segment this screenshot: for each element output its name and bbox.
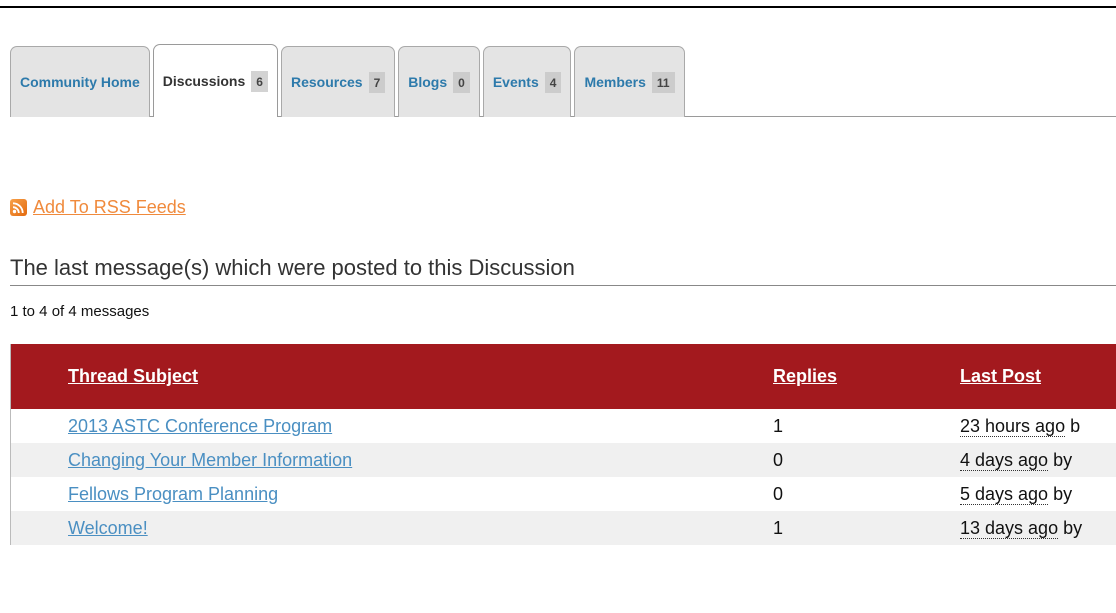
tab-count-badge: 6 <box>251 70 268 92</box>
table-header-row: Thread Subject Replies Last Post <box>11 344 1116 409</box>
rss-feed-link-group: Add To RSS Feeds <box>10 197 186 218</box>
column-header-last-post[interactable]: Last Post <box>960 344 1116 409</box>
tab-community-home[interactable]: Community Home <box>10 46 150 117</box>
discussion-table: Thread Subject Replies Last Post 2013 AS… <box>10 344 1116 545</box>
tab-label: Members <box>584 74 646 90</box>
table-row: Welcome! 1 13 days ago by <box>11 511 1116 545</box>
tab-count-badge: 4 <box>544 71 562 93</box>
tab-label: Community Home <box>20 74 140 90</box>
last-post-by: by <box>1058 517 1083 538</box>
tab-bar: Community Home Discussions 6 Resources 7… <box>10 44 688 117</box>
section-title: The last message(s) which were posted to… <box>10 255 1116 286</box>
thread-link[interactable]: Fellows Program Planning <box>68 484 278 504</box>
table-row: Changing Your Member Information 0 4 day… <box>11 443 1116 477</box>
thread-link[interactable]: Changing Your Member Information <box>68 450 352 470</box>
top-rule <box>0 6 1116 8</box>
column-header-thread-subject[interactable]: Thread Subject <box>11 344 773 409</box>
tab-count-badge: 7 <box>368 71 386 93</box>
tab-label: Resources <box>290 74 363 90</box>
tab-count-badge: 0 <box>453 71 470 93</box>
message-count: 1 to 4 of 4 messages <box>10 303 150 320</box>
tab-discussions[interactable]: Discussions 6 <box>152 44 278 117</box>
thread-link[interactable]: Welcome! <box>68 518 148 538</box>
replies-count: 1 <box>773 415 784 436</box>
tab-count-badge: 11 <box>651 71 675 93</box>
last-post-time[interactable]: 13 days ago <box>960 517 1059 539</box>
tab-resources[interactable]: Resources 7 <box>280 46 396 117</box>
tab-blogs[interactable]: Blogs 0 <box>398 46 480 117</box>
thread-link[interactable]: 2013 ASTC Conference Program <box>68 416 332 436</box>
column-header-replies[interactable]: Replies <box>773 344 960 409</box>
rss-icon[interactable] <box>10 199 27 216</box>
last-post-time[interactable]: 4 days ago <box>960 449 1049 471</box>
tab-events[interactable]: Events 4 <box>482 46 572 117</box>
replies-count: 0 <box>773 449 784 470</box>
last-post-by: by <box>1048 483 1073 504</box>
tab-label: Blogs <box>408 74 448 90</box>
tab-members[interactable]: Members 11 <box>574 46 685 117</box>
replies-count: 1 <box>773 517 784 538</box>
last-post-by: by <box>1048 449 1073 470</box>
tab-label: Events <box>492 74 539 90</box>
tab-label: Discussions <box>162 73 246 89</box>
last-post-time[interactable]: 5 days ago <box>960 483 1049 505</box>
last-post-by: b <box>1065 415 1081 436</box>
add-rss-feeds-link[interactable]: Add To RSS Feeds <box>33 197 186 218</box>
replies-count: 0 <box>773 483 784 504</box>
table-row: 2013 ASTC Conference Program 1 23 hours … <box>11 409 1116 443</box>
last-post-time[interactable]: 23 hours ago <box>960 415 1066 437</box>
table-row: Fellows Program Planning 0 5 days ago by <box>11 477 1116 511</box>
